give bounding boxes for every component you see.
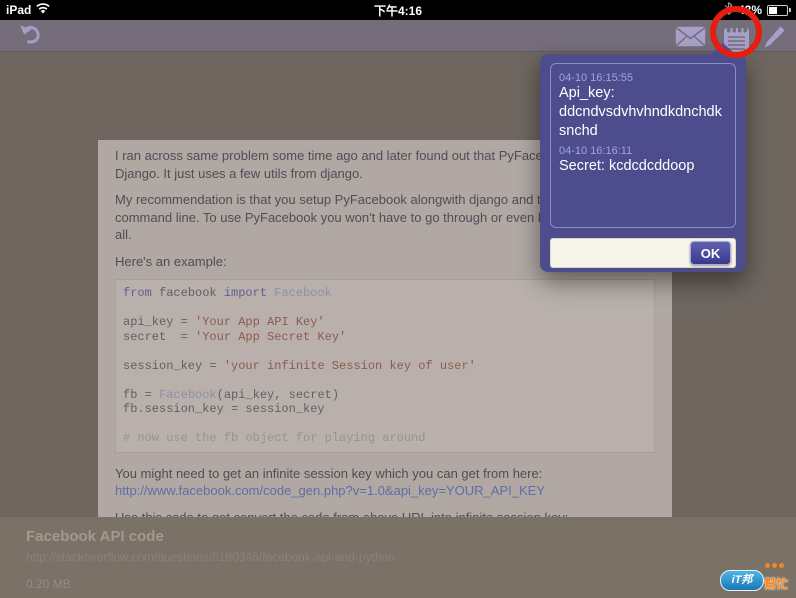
note-item: 04-10 16:15:55 Api_key: ddcndvsdvhvhndkdn… bbox=[559, 72, 727, 141]
footer-bar: Facebook API code http://stackoverflow.c… bbox=[0, 517, 796, 598]
note-timestamp: 04-10 16:15:55 bbox=[559, 72, 634, 84]
watermark-logo: iT邦 幫忙 bbox=[720, 563, 788, 593]
battery-icon bbox=[767, 4, 791, 16]
annotation-circle bbox=[710, 6, 762, 58]
code-line: fb = Facebook(api_key, secret) bbox=[123, 387, 340, 402]
code-block: from facebook import Facebook api_key = … bbox=[115, 279, 655, 453]
notes-popup: 04-10 16:15:55 Api_key: ddcndvsdvhvhndkdn… bbox=[540, 43, 746, 272]
ok-button[interactable]: OK bbox=[690, 241, 731, 265]
text-line: You might need to get an infinite sessio… bbox=[115, 465, 543, 481]
status-bar: iPad 下午4:16 43% bbox=[0, 0, 796, 20]
code-line: fb.session_key = session_key bbox=[123, 402, 325, 416]
toolbar bbox=[0, 20, 796, 55]
code-line: from facebook import Facebook bbox=[123, 286, 332, 300]
undo-icon[interactable] bbox=[17, 22, 44, 54]
file-size: 0.20 MB bbox=[26, 577, 71, 591]
note-text: Api_key: ddcndvsdvhvhndkdnchdksnchd bbox=[559, 85, 722, 139]
source-url: http://stackoverflow.com/questions/51903… bbox=[26, 550, 395, 564]
mail-icon[interactable] bbox=[675, 26, 706, 52]
watermark-secondary: 幫忙 bbox=[763, 577, 788, 591]
note-timestamp: 04-10 16:16:11 bbox=[559, 145, 633, 157]
watermark-primary: iT邦 bbox=[720, 570, 764, 591]
clock: 下午4:16 bbox=[373, 3, 423, 18]
notes-list: 04-10 16:15:55 Api_key: ddcndvsdvhvhndkdn… bbox=[550, 63, 736, 228]
document-title: Facebook API code bbox=[26, 528, 164, 545]
code-line: # now use the fb object for playing arou… bbox=[123, 431, 426, 445]
pencil-icon[interactable] bbox=[762, 25, 786, 55]
hyperlink[interactable]: http://www.facebook.com/code_gen.php?v=1… bbox=[115, 482, 655, 500]
code-line: secret = 'Your App Secret Key' bbox=[123, 329, 347, 344]
note-input[interactable] bbox=[554, 242, 693, 266]
code-line: api_key = 'Your App API Key' bbox=[123, 315, 325, 329]
note-item: 04-10 16:16:11 Secret: kcdcdcddoop bbox=[559, 145, 727, 176]
paragraph: You might need to get an infinite sessio… bbox=[115, 465, 655, 500]
code-line: session_key = 'your infinite Session key… bbox=[123, 358, 476, 373]
watermark-figures-icon bbox=[765, 563, 784, 568]
note-input-row: OK bbox=[550, 238, 736, 268]
note-text: Secret: kcdcdcddoop bbox=[559, 158, 695, 174]
